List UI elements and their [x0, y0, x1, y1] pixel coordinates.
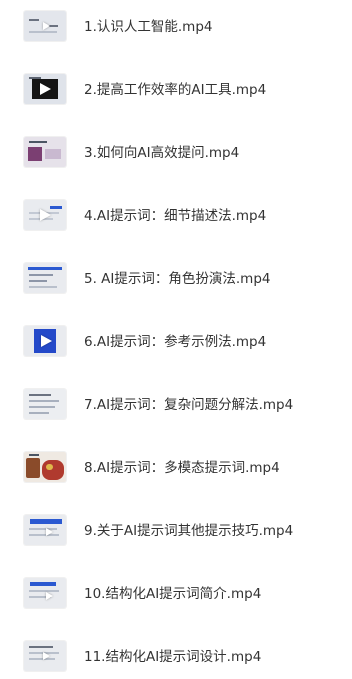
video-thumbnail-icon	[24, 137, 66, 167]
file-name: 4.AI提示词：细节描述法.mp4	[84, 208, 267, 224]
file-item-6[interactable]: 6.AI提示词：参考示例法.mp4	[0, 320, 352, 364]
video-thumbnail-icon	[24, 11, 66, 41]
file-name: 7.AI提示词：复杂问题分解法.mp4	[84, 397, 294, 413]
file-name: 11.结构化AI提示词设计.mp4	[84, 649, 262, 665]
file-item-8[interactable]: 8.AI提示词：多模态提示词.mp4	[0, 446, 352, 490]
video-thumbnail-icon	[24, 200, 66, 230]
file-item-9[interactable]: 9.关于AI提示词其他提示技巧.mp4	[0, 509, 352, 553]
file-item-3[interactable]: 3.如何向AI高效提问.mp4	[0, 131, 352, 175]
video-thumbnail-icon	[24, 389, 66, 419]
video-thumbnail-icon	[24, 641, 66, 671]
file-name: 9.关于AI提示词其他提示技巧.mp4	[84, 523, 294, 539]
file-item-11[interactable]: 11.结构化AI提示词设计.mp4	[0, 635, 352, 679]
file-item-5[interactable]: 5. AI提示词：角色扮演法.mp4	[0, 257, 352, 301]
file-name: 5. AI提示词：角色扮演法.mp4	[84, 271, 271, 287]
video-thumbnail-icon	[24, 263, 66, 293]
file-item-4[interactable]: 4.AI提示词：细节描述法.mp4	[0, 194, 352, 238]
file-name: 8.AI提示词：多模态提示词.mp4	[84, 460, 280, 476]
file-item-10[interactable]: 10.结构化AI提示词简介.mp4	[0, 572, 352, 616]
file-name: 10.结构化AI提示词简介.mp4	[84, 586, 262, 602]
file-item-1[interactable]: 1.认识人工智能.mp4	[0, 5, 352, 49]
file-name: 1.认识人工智能.mp4	[84, 19, 213, 35]
video-thumbnail-icon	[24, 74, 66, 104]
video-thumbnail-icon	[24, 515, 66, 545]
video-file-list: 1.认识人工智能.mp4 2.提高工作效率的AI工具.mp4 3.如何向AI高效…	[0, 0, 352, 671]
file-name: 6.AI提示词：参考示例法.mp4	[84, 334, 267, 350]
file-name: 3.如何向AI高效提问.mp4	[84, 145, 240, 161]
file-item-7[interactable]: 7.AI提示词：复杂问题分解法.mp4	[0, 383, 352, 427]
video-thumbnail-icon	[24, 452, 66, 482]
file-item-2[interactable]: 2.提高工作效率的AI工具.mp4	[0, 68, 352, 112]
file-name: 2.提高工作效率的AI工具.mp4	[84, 82, 267, 98]
video-thumbnail-icon	[24, 326, 66, 356]
video-thumbnail-icon	[24, 578, 66, 608]
